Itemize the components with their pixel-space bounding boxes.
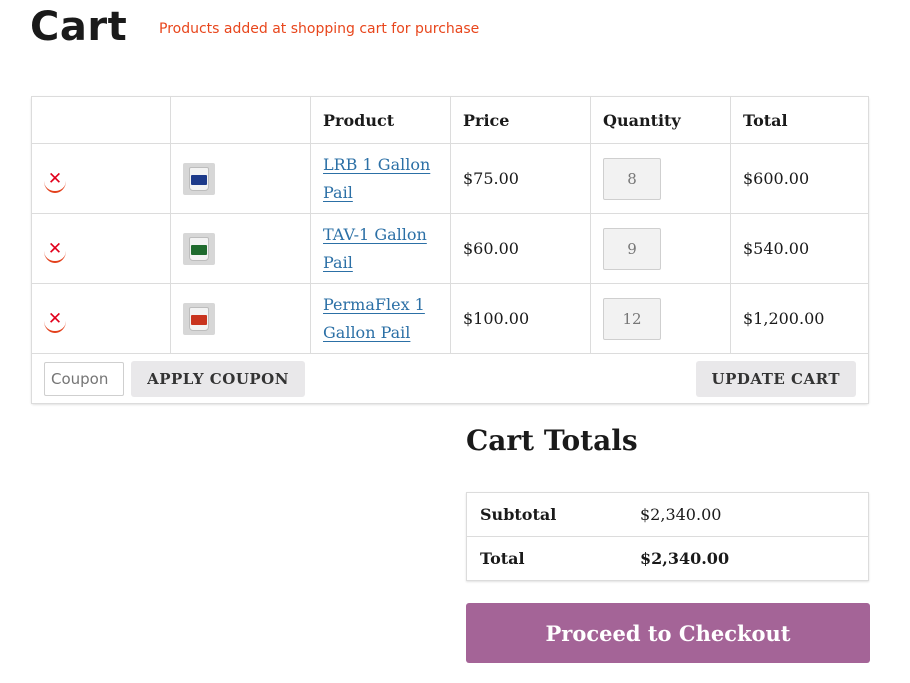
remove-item-button[interactable]: ✕ bbox=[44, 309, 66, 333]
price-cell: $100.00 bbox=[450, 283, 591, 354]
product-link[interactable]: LRB 1 Gallon Pail bbox=[323, 155, 430, 202]
thumbnail-cell bbox=[170, 143, 311, 214]
close-icon: ✕ bbox=[47, 309, 63, 329]
product-thumbnail[interactable] bbox=[183, 232, 215, 265]
subtotal-label: Subtotal bbox=[466, 492, 627, 537]
product-link[interactable]: TAV-1 Gallon Pail bbox=[323, 225, 427, 272]
total-row: Total $2,340.00 bbox=[466, 536, 869, 581]
quantity-input[interactable] bbox=[603, 297, 661, 340]
cart-item-row: ✕ TAV-1 Gallon Pail $60.00 $540.00 bbox=[31, 213, 869, 284]
product-thumbnail[interactable] bbox=[183, 162, 215, 195]
quantity-cell bbox=[590, 213, 731, 284]
cart-actions: APPLY COUPON UPDATE CART bbox=[31, 353, 869, 404]
thumbnail-cell bbox=[170, 283, 311, 354]
header-product: Product bbox=[310, 96, 451, 144]
pail-label bbox=[191, 314, 207, 325]
proceed-to-checkout-button[interactable]: Proceed to Checkout bbox=[466, 603, 870, 663]
remove-item-button[interactable]: ✕ bbox=[44, 169, 66, 193]
remove-cell: ✕ bbox=[31, 143, 171, 214]
product-link[interactable]: PermaFlex 1 Gallon Pail bbox=[323, 295, 425, 342]
header-quantity: Quantity bbox=[590, 96, 731, 144]
close-icon: ✕ bbox=[47, 239, 63, 259]
header-thumbnail bbox=[170, 96, 311, 144]
price-cell: $60.00 bbox=[450, 213, 591, 284]
cart-totals-title: Cart Totals bbox=[466, 424, 638, 457]
subtotal-row: Subtotal $2,340.00 bbox=[466, 492, 869, 537]
page-subtitle: Products added at shopping cart for purc… bbox=[159, 21, 480, 37]
header-total: Total bbox=[730, 96, 869, 144]
line-total-cell: $1,200.00 bbox=[730, 283, 869, 354]
total-value: $2,340.00 bbox=[627, 536, 869, 581]
header-remove bbox=[31, 96, 171, 144]
product-cell: TAV-1 Gallon Pail bbox=[310, 213, 451, 284]
cart-item-row: ✕ LRB 1 Gallon Pail $75.00 $600.00 bbox=[31, 143, 869, 214]
product-thumbnail[interactable] bbox=[183, 302, 215, 335]
close-icon: ✕ bbox=[47, 169, 63, 189]
pail-label bbox=[191, 174, 207, 185]
cart-totals-table: Subtotal $2,340.00 Total $2,340.00 bbox=[466, 492, 869, 581]
apply-coupon-button[interactable]: APPLY COUPON bbox=[131, 360, 305, 397]
cart-item-row: ✕ PermaFlex 1 Gallon Pail $100.00 $1,200… bbox=[31, 283, 869, 354]
pail-label bbox=[191, 244, 207, 255]
line-total-cell: $540.00 bbox=[730, 213, 869, 284]
subtotal-value: $2,340.00 bbox=[627, 492, 869, 537]
cart-table: Product Price Quantity Total ✕ LRB 1 Gal… bbox=[31, 96, 869, 404]
remove-item-button[interactable]: ✕ bbox=[44, 239, 66, 263]
quantity-cell bbox=[590, 143, 731, 214]
remove-cell: ✕ bbox=[31, 283, 171, 354]
cart-table-header-row: Product Price Quantity Total bbox=[31, 96, 869, 144]
quantity-input[interactable] bbox=[603, 157, 661, 200]
cart-actions-row: APPLY COUPON UPDATE CART bbox=[31, 353, 869, 404]
remove-cell: ✕ bbox=[31, 213, 171, 284]
product-cell: LRB 1 Gallon Pail bbox=[310, 143, 451, 214]
line-total-cell: $600.00 bbox=[730, 143, 869, 214]
thumbnail-cell bbox=[170, 213, 311, 284]
header-price: Price bbox=[450, 96, 591, 144]
total-label: Total bbox=[466, 536, 627, 581]
product-cell: PermaFlex 1 Gallon Pail bbox=[310, 283, 451, 354]
update-cart-button[interactable]: UPDATE CART bbox=[695, 360, 856, 397]
price-cell: $75.00 bbox=[450, 143, 591, 214]
coupon-input[interactable] bbox=[44, 361, 124, 396]
quantity-input[interactable] bbox=[603, 227, 661, 270]
page-title: Cart bbox=[30, 4, 128, 50]
quantity-cell bbox=[590, 283, 731, 354]
